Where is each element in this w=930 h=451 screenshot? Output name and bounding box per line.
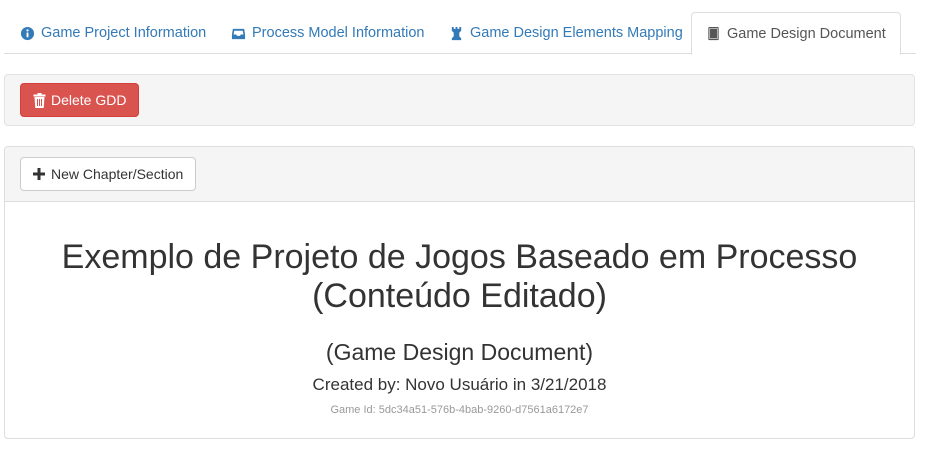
- tab-process-model-information[interactable]: Process Model Information: [217, 12, 438, 54]
- inbox-icon: [231, 28, 246, 39]
- delete-gdd-label: Delete GDD: [51, 92, 127, 108]
- gdd-panel: New Chapter/Section Exemplo de Projeto d…: [4, 146, 915, 439]
- trash-icon: [33, 92, 46, 108]
- chess-rook-icon: [451, 26, 462, 40]
- gdd-document-body: Exemplo de Projeto de Jogos Baseado em P…: [5, 202, 914, 416]
- tab-game-project-information[interactable]: Game Project Information: [6, 12, 220, 54]
- tab-label: Game Project Information: [41, 25, 207, 41]
- document-game-id: Game Id: 5dc34a51-576b-4bab-9260-d7561a6…: [330, 404, 589, 416]
- new-chapter-section-button[interactable]: New Chapter/Section: [20, 157, 197, 191]
- tab-bar: Game Project Information Process Model I…: [4, 12, 916, 55]
- tab-game-design-elements-mapping[interactable]: Game Design Elements Mapping: [435, 12, 697, 54]
- actions-panel: Delete GDD: [4, 74, 915, 126]
- document-title-line1: Exemplo de Projeto de Jogos Baseado em P…: [61, 238, 858, 276]
- new-chapter-section-label: New Chapter/Section: [51, 166, 184, 182]
- tab-label: Process Model Information: [252, 25, 425, 41]
- document-subtitle: (Game Design Document): [325, 339, 594, 365]
- plus-icon: [33, 168, 45, 180]
- document-title-line2: (Conteúdo Editado): [312, 277, 607, 315]
- tab-label: Game Design Document: [727, 25, 886, 42]
- tab-game-design-document[interactable]: Game Design Document: [691, 12, 901, 55]
- info-circle-icon: [20, 26, 35, 40]
- document-title: Exemplo de Projeto de Jogos Baseado em P…: [20, 202, 900, 316]
- gdd-panel-heading: New Chapter/Section: [5, 147, 914, 202]
- book-icon: [708, 26, 719, 41]
- document-created-by: Created by: Novo Usuário in 3/21/2018: [312, 375, 607, 394]
- delete-gdd-button[interactable]: Delete GDD: [20, 83, 140, 117]
- tab-label: Game Design Elements Mapping: [470, 25, 683, 41]
